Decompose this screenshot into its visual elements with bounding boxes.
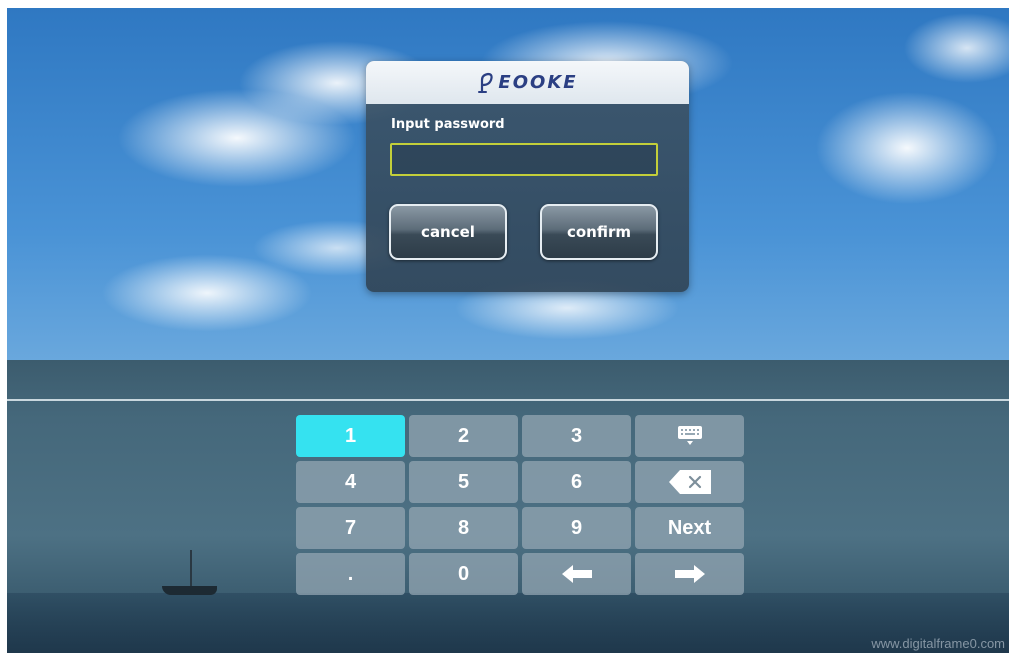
key-3[interactable]: 3 — [522, 415, 631, 457]
arrow-right-icon — [674, 565, 705, 583]
password-input[interactable] — [390, 143, 658, 176]
key-5[interactable]: 5 — [409, 461, 518, 503]
brand-name: EOOKE — [498, 72, 578, 93]
confirm-button[interactable]: confirm — [540, 204, 658, 260]
boat-mast — [190, 550, 192, 588]
key-0[interactable]: 0 — [409, 553, 518, 595]
watermark: www.digitalframe0.com — [871, 636, 1005, 651]
key-4[interactable]: 4 — [296, 461, 405, 503]
boat — [162, 586, 217, 595]
logo-mark-icon — [478, 72, 494, 93]
password-dialog: EOOKE Input password cancel confirm — [366, 61, 689, 292]
key-7[interactable]: 7 — [296, 507, 405, 549]
backspace-icon — [668, 470, 711, 494]
screen: EOOKE Input password cancel confirm 1 2 … — [7, 8, 1009, 653]
keyboard-toggle-key[interactable] — [635, 415, 744, 457]
key-dot[interactable]: . — [296, 553, 405, 595]
move-left-key[interactable] — [522, 553, 631, 595]
move-right-key[interactable] — [635, 553, 744, 595]
keyboard-icon — [677, 426, 702, 445]
key-8[interactable]: 8 — [409, 507, 518, 549]
brand-logo: EOOKE — [477, 72, 577, 94]
dialog-header: EOOKE — [366, 61, 689, 104]
key-2[interactable]: 2 — [409, 415, 518, 457]
arrow-left-icon — [561, 565, 592, 583]
key-1[interactable]: 1 — [296, 415, 405, 457]
background-sea — [7, 593, 1009, 653]
backspace-key[interactable] — [635, 461, 744, 503]
divider-line — [7, 399, 1009, 401]
next-key[interactable]: Next — [635, 507, 744, 549]
cancel-button[interactable]: cancel — [389, 204, 507, 260]
key-9[interactable]: 9 — [522, 507, 631, 549]
key-6[interactable]: 6 — [522, 461, 631, 503]
password-label: Input password — [391, 117, 505, 132]
